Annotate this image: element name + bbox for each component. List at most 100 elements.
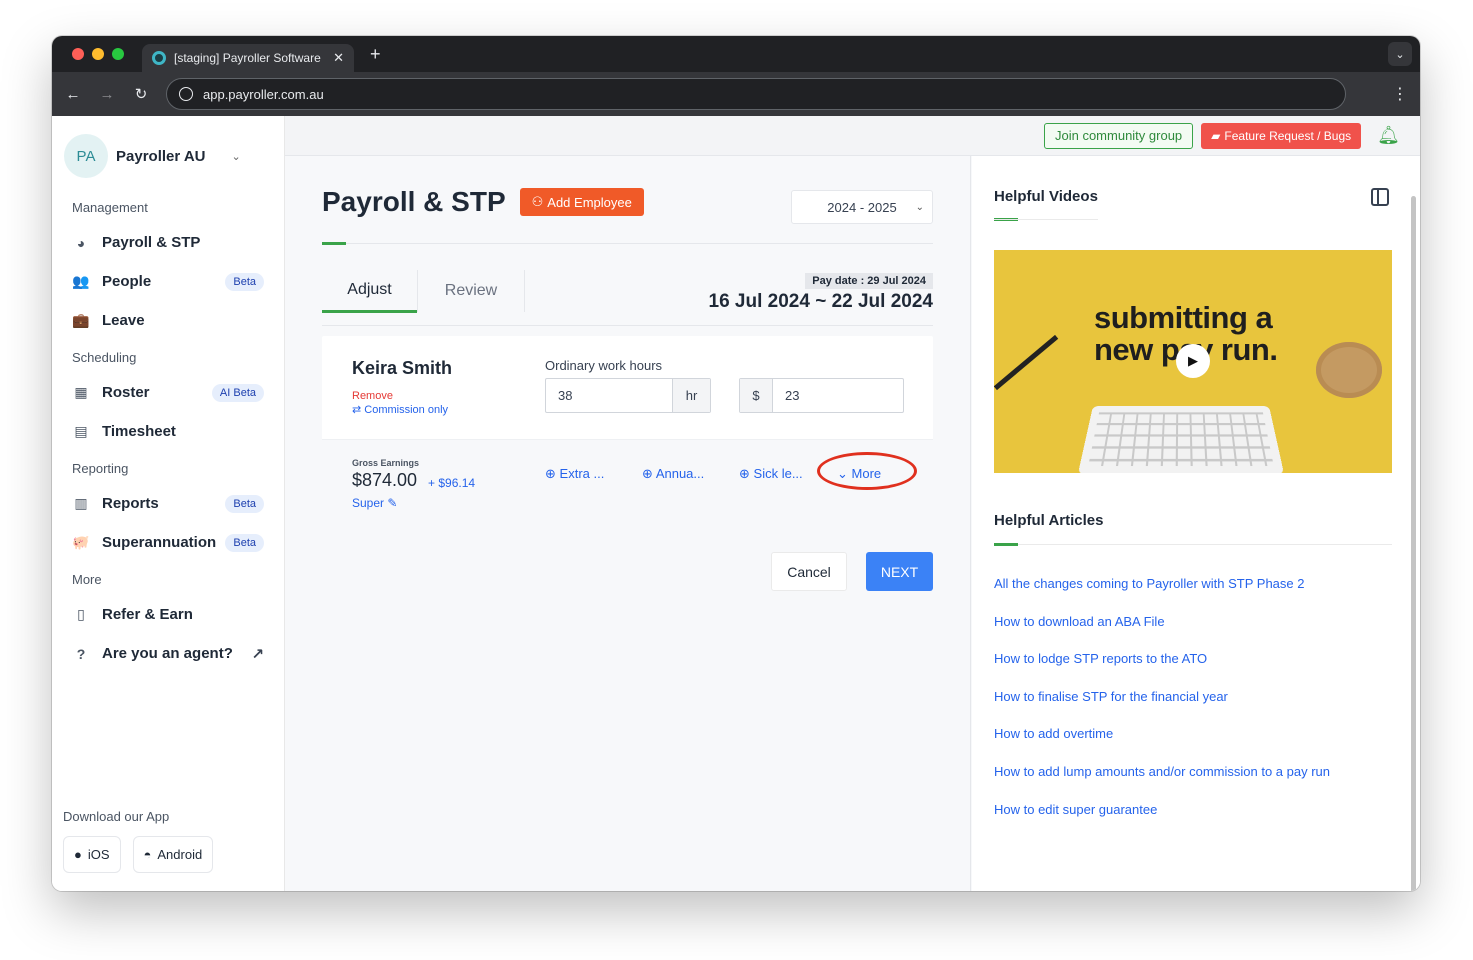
feature-request-label: Feature Request / Bugs xyxy=(1224,128,1352,143)
hours-input[interactable]: 38 xyxy=(546,379,672,412)
sidebar-item-timesheet[interactable]: ▤ Timesheet xyxy=(52,412,284,451)
browser-tab[interactable]: [staging] Payroller Software ✕ xyxy=(142,44,354,72)
cancel-button[interactable]: Cancel xyxy=(771,552,847,591)
video-caption-line: submitting a xyxy=(1094,300,1273,335)
sidebar-item-roster[interactable]: ▦ Roster AI Beta xyxy=(52,373,284,412)
address-bar: ← → ↻ app.payroller.com.au ⋮ xyxy=(52,72,1420,116)
sidebar-item-label: Are you an agent? xyxy=(102,645,233,662)
reload-icon[interactable]: ↻ xyxy=(132,85,150,103)
employee-card-top: Keira Smith Remove ⇄ Commission only Ord… xyxy=(322,336,933,440)
ios-button[interactable]: ● iOS xyxy=(63,836,121,873)
panel-toggle-icon[interactable] xyxy=(1371,188,1389,206)
sick-label: Sick le... xyxy=(753,466,803,481)
forward-icon[interactable]: → xyxy=(98,86,116,103)
people-icon: 👥 xyxy=(72,273,90,289)
add-user-icon: ⚇ xyxy=(531,194,544,209)
accent-bar xyxy=(322,242,346,245)
plus-circle-icon: ⊕ xyxy=(545,466,556,481)
article-link[interactable]: How to lodge STP reports to the ATO xyxy=(994,651,1330,689)
sidebar-item-people[interactable]: 👥 People Beta xyxy=(52,262,284,301)
annual-leave-link[interactable]: ⊕ Annua... xyxy=(642,466,704,482)
plus-circle-icon: ⊕ xyxy=(739,466,750,481)
maximize-window-button[interactable] xyxy=(112,48,124,60)
close-tab-icon[interactable]: ✕ xyxy=(333,50,344,66)
article-link[interactable]: How to download an ABA File xyxy=(994,614,1330,652)
sick-leave-link[interactable]: ⊕ Sick le... xyxy=(739,466,803,482)
browser-menu-icon[interactable]: ⋮ xyxy=(1392,84,1408,104)
sidebar-item-label: Payroll & STP xyxy=(102,234,201,251)
next-button[interactable]: NEXT xyxy=(866,552,933,591)
financial-year-select[interactable]: 2024 - 2025 ⌄ xyxy=(791,190,933,224)
sidebar-item-superannuation[interactable]: 🐖 Superannuation Beta xyxy=(52,523,284,562)
briefcase-icon: 💼 xyxy=(72,312,90,328)
extra-pay-link[interactable]: ⊕ Extra ... xyxy=(545,466,604,482)
hours-field[interactable]: 38 hr xyxy=(545,378,711,413)
store-buttons: ● iOS ◓ Android xyxy=(63,836,214,873)
sidebar-item-label: Leave xyxy=(102,312,145,329)
commission-only-link[interactable]: ⇄ Commission only xyxy=(352,403,448,416)
sidebar-item-label: Roster xyxy=(102,384,150,401)
bell-icon[interactable]: 🔔︎ xyxy=(1377,125,1400,146)
favicon-icon xyxy=(152,51,166,65)
org-name: Payroller AU xyxy=(116,147,206,165)
sidebar-item-reports[interactable]: ▥ Reports Beta xyxy=(52,484,284,523)
article-link[interactable]: How to finalise STP for the financial ye… xyxy=(994,689,1330,727)
videos-title: Helpful Videos xyxy=(994,188,1098,205)
new-tab-button[interactable]: + xyxy=(370,44,381,65)
payroll-icon: ◕ xyxy=(76,234,86,251)
tab-adjust[interactable]: Adjust xyxy=(322,270,417,313)
plus-circle-icon: ⊕ xyxy=(642,466,653,481)
minimize-window-button[interactable] xyxy=(92,48,104,60)
android-button[interactable]: ◓ Android xyxy=(132,836,214,873)
swap-icon: ⇄ xyxy=(352,404,362,416)
nav-section-more: More ▯ Refer & Earn ? Are you an agent? … xyxy=(52,572,284,673)
super-link[interactable]: Super ✎ xyxy=(352,496,397,510)
highlight-annotation xyxy=(817,452,917,490)
tab-search-icon[interactable]: ⌄ xyxy=(1388,42,1412,66)
url-input[interactable]: app.payroller.com.au xyxy=(166,78,1346,110)
sidebar-item-leave[interactable]: 💼 Leave xyxy=(52,301,284,340)
divider xyxy=(994,219,1098,220)
page-header: Payroll & STP ⚇ Add Employee xyxy=(322,186,644,218)
beta-badge: Beta xyxy=(225,272,264,291)
app: PA Payroller AU ⌄ Management ◕ Payroll &… xyxy=(52,116,1420,891)
site-info-icon[interactable] xyxy=(179,87,193,101)
gross-earnings-label: Gross Earnings xyxy=(352,458,420,468)
scrollbar[interactable] xyxy=(1411,196,1416,891)
join-community-button[interactable]: Join community group xyxy=(1043,122,1194,149)
sidebar-item-label: Superannuation xyxy=(102,534,217,551)
accent-bar xyxy=(994,543,1018,546)
android-icon: ◓ xyxy=(143,847,152,862)
sidebar-item-refer[interactable]: ▯ Refer & Earn xyxy=(52,595,284,634)
pay-period: 16 Jul 2024 ~ 22 Jul 2024 xyxy=(708,291,933,312)
piggybank-icon: 🐖 xyxy=(72,534,90,550)
download-app: Download our App ● iOS ◓ Android xyxy=(63,809,214,873)
pen-graphic xyxy=(994,334,1059,391)
nav-section-reporting: Reporting ▥ Reports Beta 🐖 Superannuatio… xyxy=(52,461,284,562)
tab-review[interactable]: Review xyxy=(417,270,525,312)
hours-label: Ordinary work hours xyxy=(545,358,663,373)
divider xyxy=(322,243,933,244)
employee-card: Keira Smith Remove ⇄ Commission only Ord… xyxy=(322,336,933,522)
sidebar-item-label: Refer & Earn xyxy=(102,606,193,623)
rate-input[interactable]: 23 xyxy=(773,379,903,412)
android-label: Android xyxy=(157,847,203,862)
extra-label: Extra ... xyxy=(559,466,605,481)
feature-request-button[interactable]: ▰ Feature Request / Bugs xyxy=(1201,122,1362,149)
apple-icon: ● xyxy=(74,847,82,862)
sidebar-item-payroll[interactable]: ◕ Payroll & STP xyxy=(52,223,284,262)
play-icon[interactable]: ▶ xyxy=(1176,344,1210,378)
add-employee-button[interactable]: ⚇ Add Employee xyxy=(519,188,644,216)
article-link[interactable]: How to add lump amounts and/or commissio… xyxy=(994,764,1330,802)
video-thumbnail[interactable]: submitting a new pay run. ▶ xyxy=(994,250,1392,473)
sidebar-item-agent[interactable]: ? Are you an agent? ↗ xyxy=(52,634,284,673)
close-window-button[interactable] xyxy=(72,48,84,60)
section-label: More xyxy=(72,572,102,587)
org-switcher[interactable]: PA Payroller AU ⌄ xyxy=(52,134,284,178)
article-link[interactable]: All the changes coming to Payroller with… xyxy=(994,576,1330,614)
article-link[interactable]: How to edit super guarantee xyxy=(994,802,1330,840)
article-link[interactable]: How to add overtime xyxy=(994,726,1330,764)
rate-field[interactable]: $ 23 xyxy=(739,378,904,413)
back-icon[interactable]: ← xyxy=(64,86,82,103)
remove-employee-link[interactable]: Remove xyxy=(352,390,393,402)
